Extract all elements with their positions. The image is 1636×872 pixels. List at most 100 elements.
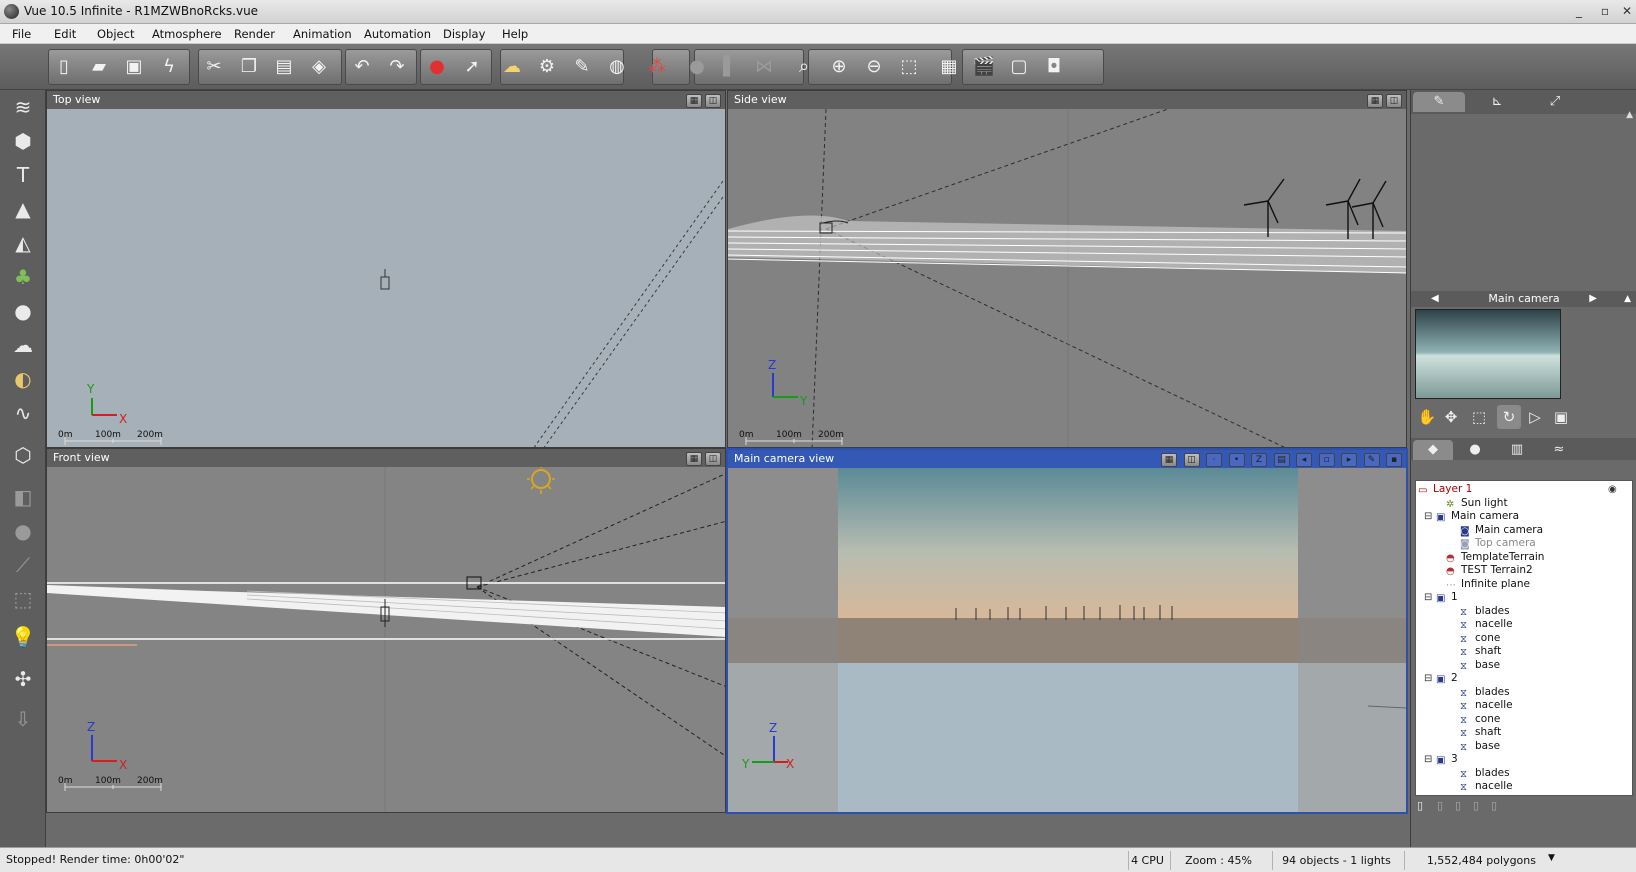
tree-item[interactable]: ⧖ nacelle xyxy=(1460,780,1513,793)
viewport-options-icon[interactable]: ▦ xyxy=(1367,94,1383,108)
tree-item[interactable]: ⧖ base xyxy=(1460,740,1500,753)
terrain-editor-button[interactable]: ⚙ xyxy=(533,53,561,81)
zoom-region-button[interactable]: ⌕ xyxy=(790,53,818,81)
tree-item[interactable]: ⊟ ▣ 2 xyxy=(1424,672,1458,685)
tree-item[interactable]: ◓ TEST Terrain2 xyxy=(1446,564,1533,577)
z-buffer-icon[interactable]: Z xyxy=(1251,453,1267,467)
menu-animation[interactable]: Animation xyxy=(293,27,352,41)
new-scene-button[interactable]: ▯ xyxy=(50,53,78,81)
visibility-eye-icon[interactable]: ◉ xyxy=(1608,483,1617,496)
duplicate-button[interactable]: ◈ xyxy=(305,53,333,81)
text-button[interactable]: T xyxy=(6,160,40,190)
save-as-button[interactable]: ϟ xyxy=(155,53,183,81)
copy-button[interactable]: ❐ xyxy=(235,53,263,81)
procedural-terrain-button[interactable]: ◭ xyxy=(6,228,40,258)
layers-icon[interactable]: ▤ xyxy=(1273,453,1290,467)
terrain-button[interactable]: ▲ xyxy=(6,194,40,224)
rotate-button[interactable]: ↻ xyxy=(1497,405,1521,429)
tree-item[interactable]: ⧖ nacelle xyxy=(1460,618,1513,631)
cloud-button[interactable]: ☁ xyxy=(6,330,40,360)
tree-item[interactable]: ◙ Main camera xyxy=(1460,524,1543,537)
collapse-icon[interactable]: ▲ xyxy=(1624,291,1631,307)
rock-button[interactable]: ● xyxy=(6,296,40,326)
camera-manager-button[interactable]: ◘ xyxy=(1040,53,1068,81)
menu-display[interactable]: Display xyxy=(443,27,485,41)
tree-item[interactable]: ⊟ ▣ 1 xyxy=(1424,591,1458,604)
render-preview-button[interactable]: ▦ xyxy=(935,53,963,81)
select-button[interactable]: ● xyxy=(423,53,451,81)
tab-library[interactable]: ≈ xyxy=(1539,440,1579,460)
render-mode-icon[interactable]: · xyxy=(1206,453,1222,467)
camera-viewport-canvas[interactable]: Z X Y xyxy=(728,468,1406,812)
tree-item[interactable]: ◙ Top camera xyxy=(1460,537,1536,550)
tree-item[interactable]: ⧖ cone xyxy=(1460,632,1500,645)
atmosphere-button[interactable]: ☁ xyxy=(498,53,526,81)
delete-icon[interactable]: ▯ xyxy=(1437,799,1443,812)
top-viewport-canvas[interactable]: Y X 0m 100m 200m xyxy=(47,109,725,447)
tab-objects[interactable]: ◆ xyxy=(1413,440,1453,460)
tab-links[interactable]: ▥ xyxy=(1497,440,1537,460)
viewport-maximize-icon[interactable]: ◫ xyxy=(705,94,721,108)
symmetry-button[interactable]: ⟋ xyxy=(6,550,40,580)
boolean-button[interactable]: ⬡ xyxy=(6,440,40,470)
redo-button[interactable]: ↷ xyxy=(383,53,411,81)
store-camera-button[interactable]: ▣ xyxy=(1549,405,1573,429)
tree-item[interactable]: ⧖ blades xyxy=(1460,767,1510,780)
tab-materials[interactable]: ● xyxy=(1455,440,1495,460)
tree-item[interactable]: ⧖ cone xyxy=(1460,713,1500,726)
light-button[interactable]: 💡 xyxy=(6,622,40,652)
menu-help[interactable]: Help xyxy=(502,27,528,41)
align-button[interactable]: ▌ xyxy=(716,53,744,81)
tab-material-preview[interactable]: ✎ xyxy=(1413,92,1465,112)
main-camera-viewport[interactable]: Main camera view ▦ ◫ · • Z ▤ ◂ ▫ ▸ ✎ ▪ Z… xyxy=(726,448,1408,814)
collapse-toggle-icon[interactable]: ⊟ xyxy=(1424,510,1432,523)
frame-counter-icon[interactable]: ▫ xyxy=(1318,453,1335,467)
tree-item[interactable]: ▭ Layer 1 ◉ xyxy=(1418,483,1628,496)
status-dropdown-icon[interactable]: ▼ xyxy=(1548,853,1555,863)
tree-item[interactable]: ⧖ blades xyxy=(1460,686,1510,699)
move-button[interactable]: ✥ xyxy=(1439,405,1463,429)
eco-button[interactable]: ◍ xyxy=(603,53,631,81)
viewport-options-icon[interactable]: ▦ xyxy=(686,94,702,108)
ecosystem-button[interactable]: ✣ xyxy=(6,664,40,694)
tree-item[interactable]: ⧖ base xyxy=(1460,659,1500,672)
front-viewport[interactable]: Front view ▦ ◫ Z X 0m 100m 200m xyxy=(46,448,726,813)
mirror-button[interactable]: ⋈ xyxy=(750,53,778,81)
viewport-options-icon[interactable]: ▦ xyxy=(1161,453,1177,467)
import-button[interactable]: ⇩ xyxy=(6,704,40,734)
pen-icon[interactable]: ✎ xyxy=(1363,453,1380,467)
close-button[interactable]: ✕ xyxy=(1614,2,1636,20)
prev-frame-icon[interactable]: ◂ xyxy=(1296,453,1312,467)
new-layer-icon[interactable]: ▯ xyxy=(1417,799,1423,812)
tab-size[interactable]: ⊾ xyxy=(1471,92,1523,112)
group-button[interactable]: ◧ xyxy=(6,482,40,512)
menu-render[interactable]: Render xyxy=(234,27,275,41)
tree-item[interactable]: ⧖ nacelle xyxy=(1460,699,1513,712)
metablob-button[interactable]: ● xyxy=(6,516,40,546)
tree-item[interactable]: ⊟ ▣ 3 xyxy=(1424,753,1458,766)
next-camera-icon[interactable]: ▶ xyxy=(1589,291,1597,307)
pan-button[interactable]: ✋ xyxy=(1415,405,1439,429)
save-button[interactable]: ▣ xyxy=(120,53,148,81)
minimize-button[interactable]: _ xyxy=(1566,2,1592,20)
panel-scroll-up-icon[interactable]: ▲ xyxy=(1626,110,1633,120)
top-viewport[interactable]: Top view ▦ ◫ Y X 0m 100m 200m xyxy=(46,90,726,448)
viewport-maximize-icon[interactable]: ◫ xyxy=(1183,453,1200,467)
material-button[interactable]: ⁂ xyxy=(643,53,671,81)
shading-icon[interactable]: • xyxy=(1228,453,1245,467)
cut-button[interactable]: ✂ xyxy=(200,53,228,81)
save-render-icon[interactable]: ▪ xyxy=(1386,453,1402,467)
collapse-toggle-icon[interactable]: ⊟ xyxy=(1424,672,1432,685)
primitive-button[interactable]: ⬢ xyxy=(6,126,40,156)
down-icon[interactable]: ▯ xyxy=(1473,799,1479,812)
menu-file[interactable]: File xyxy=(12,27,31,41)
options-icon[interactable]: ▯ xyxy=(1491,799,1497,812)
select-by-button[interactable]: ➚ xyxy=(458,53,486,81)
menu-atmosphere[interactable]: Atmosphere xyxy=(152,27,222,41)
planet-button[interactable]: ◐ xyxy=(6,364,40,394)
tree-item[interactable]: ◓ TemplateTerrain xyxy=(1446,551,1544,564)
spline-button[interactable]: ∿ xyxy=(6,398,40,428)
menu-automation[interactable]: Automation xyxy=(364,27,431,41)
menu-object[interactable]: Object xyxy=(97,27,134,41)
zoom-in-button[interactable]: ⊕ xyxy=(825,53,853,81)
